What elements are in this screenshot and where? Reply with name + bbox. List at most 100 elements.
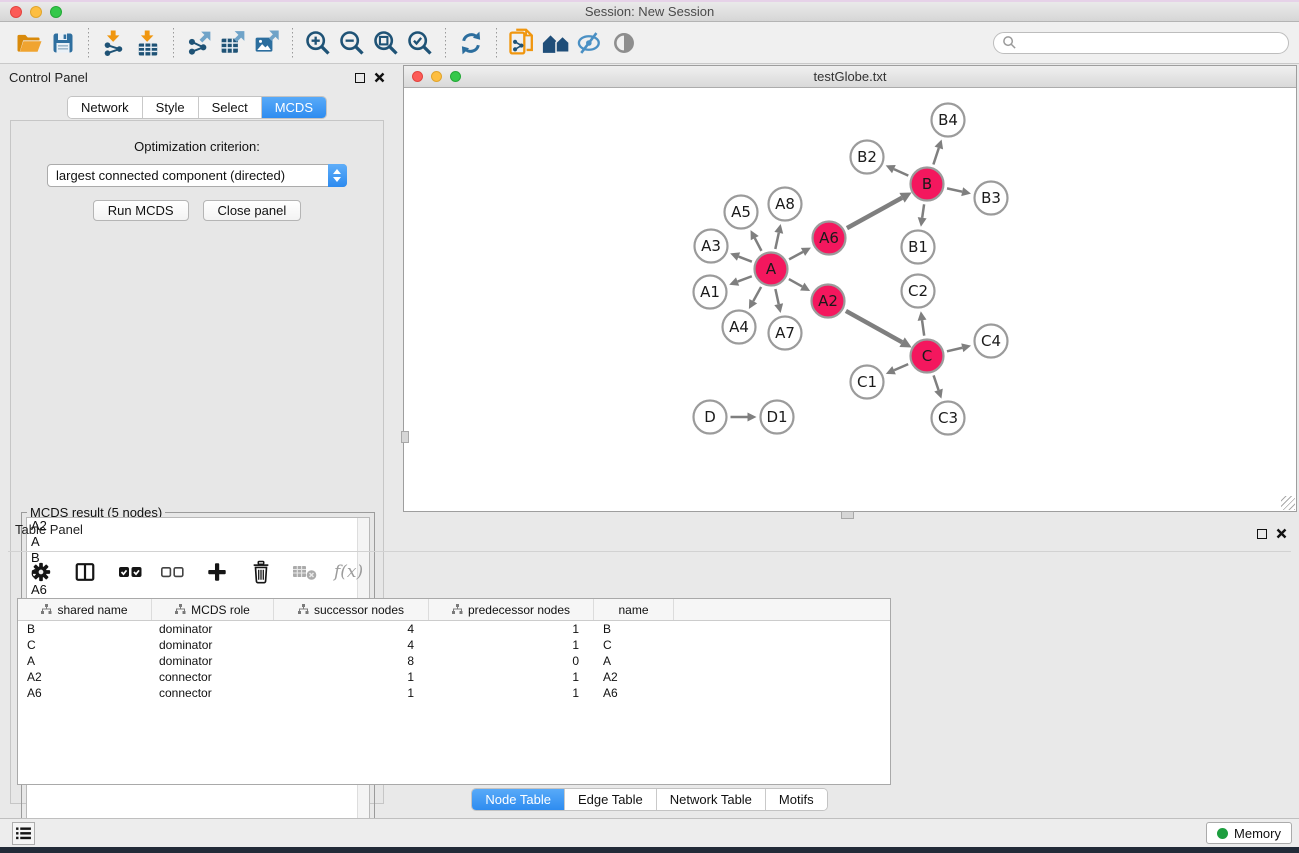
column-header-name[interactable]: name — [594, 599, 674, 620]
edge-C-C1[interactable] — [894, 364, 908, 370]
column-header-MCDS-role[interactable]: MCDS role — [152, 599, 274, 620]
edge-C-C2[interactable] — [922, 320, 924, 335]
criterion-dropdown[interactable]: largest connected component (directed) — [47, 164, 347, 187]
edge-B-B1[interactable] — [922, 204, 924, 218]
table-cell[interactable]: A — [18, 654, 152, 668]
edge-A6-B[interactable] — [847, 198, 902, 228]
tab-mcds[interactable]: MCDS — [262, 97, 326, 118]
edge-B-B3[interactable] — [947, 188, 962, 191]
table-row[interactable]: Adominator80A — [18, 653, 890, 669]
column-header-successor-nodes[interactable]: successor nodes — [274, 599, 429, 620]
tab-edge-table[interactable]: Edge Table — [565, 789, 657, 810]
column-header-shared-name[interactable]: shared name — [18, 599, 152, 620]
export-network-button[interactable] — [182, 27, 216, 59]
tab-select[interactable]: Select — [199, 97, 262, 118]
deselect-all-columns-button[interactable] — [160, 562, 186, 582]
close-panel-icon[interactable] — [374, 72, 385, 83]
select-all-columns-button[interactable] — [118, 562, 144, 582]
table-cell[interactable]: dominator — [152, 622, 274, 636]
edge-B-B2[interactable] — [894, 169, 908, 175]
float-panel-icon[interactable] — [355, 73, 365, 83]
show-column-panel-button[interactable] — [74, 561, 96, 583]
memory-button[interactable]: Memory — [1206, 822, 1292, 844]
edge-A-A4[interactable] — [753, 287, 761, 301]
table-cell[interactable]: C — [18, 638, 152, 652]
create-column-button[interactable] — [206, 561, 228, 583]
table-cell[interactable]: 1 — [429, 622, 594, 636]
edge-C-C4[interactable] — [947, 348, 962, 352]
refresh-button[interactable] — [454, 27, 488, 59]
show-panel-list-button[interactable] — [12, 822, 35, 845]
open-file-button[interactable] — [12, 27, 46, 59]
zoom-fit-button[interactable] — [369, 27, 403, 59]
edge-A-A3[interactable] — [739, 257, 752, 262]
network-window-titlebar[interactable]: testGlobe.txt — [404, 66, 1296, 88]
table-cell[interactable]: A2 — [594, 670, 674, 684]
edge-A-A5[interactable] — [755, 238, 762, 251]
node-table-body[interactable]: Bdominator41BCdominator41CAdominator80AA… — [18, 621, 890, 701]
table-cell[interactable]: C — [594, 638, 674, 652]
table-cell[interactable]: A2 — [18, 670, 152, 684]
table-cell[interactable]: 4 — [274, 638, 429, 652]
edge-A-A2[interactable] — [789, 279, 802, 287]
import-network-button[interactable] — [97, 27, 131, 59]
table-cell[interactable]: connector — [152, 686, 274, 700]
table-cell[interactable]: 0 — [429, 654, 594, 668]
export-image-button[interactable] — [250, 27, 284, 59]
table-cell[interactable]: B — [594, 622, 674, 636]
edge-C-C3[interactable] — [934, 375, 939, 390]
zoom-selected-button[interactable] — [403, 27, 437, 59]
save-session-button[interactable] — [46, 27, 80, 59]
table-row[interactable]: Cdominator41C — [18, 637, 890, 653]
window-titlebar[interactable]: Session: New Session — [0, 0, 1299, 22]
table-cell[interactable]: 4 — [274, 622, 429, 636]
table-row[interactable]: A2connector11A2 — [18, 669, 890, 685]
export-table-button[interactable] — [216, 27, 250, 59]
search-text-field[interactable] — [1017, 36, 1288, 50]
table-float-panel-icon[interactable] — [1257, 529, 1267, 539]
table-cell[interactable]: 1 — [274, 670, 429, 684]
delete-column-button[interactable] — [250, 560, 272, 584]
edge-A-A6[interactable] — [789, 252, 803, 259]
duplicate-network-button[interactable] — [505, 27, 539, 59]
network-canvas[interactable]: B4B2BB3A8A5A6B1A3AA1C2A2A4A7C4CC1C3DD1 — [404, 88, 1296, 511]
table-cell[interactable]: 8 — [274, 654, 429, 668]
edge-A2-C[interactable] — [846, 311, 902, 342]
zoom-out-button[interactable] — [335, 27, 369, 59]
table-cell[interactable]: 1 — [429, 670, 594, 684]
table-settings-button[interactable] — [30, 561, 52, 583]
table-cell[interactable]: 1 — [274, 686, 429, 700]
tab-network[interactable]: Network — [68, 97, 143, 118]
network-graph[interactable]: B4B2BB3A8A5A6B1A3AA1C2A2A4A7C4CC1C3DD1 — [404, 88, 1296, 511]
edge-B-B4[interactable] — [933, 148, 938, 164]
home-button[interactable] — [539, 27, 573, 59]
close-panel-button[interactable]: Close panel — [203, 200, 302, 221]
zoom-in-button[interactable] — [301, 27, 335, 59]
tab-network-table[interactable]: Network Table — [657, 789, 766, 810]
table-cell[interactable]: 1 — [429, 638, 594, 652]
node-table[interactable]: shared nameMCDS rolesuccessor nodesprede… — [17, 598, 891, 785]
column-header-predecessor-nodes[interactable]: predecessor nodes — [429, 599, 594, 620]
vertical-split-handle[interactable] — [401, 431, 409, 443]
edge-A-A1[interactable] — [738, 276, 752, 281]
resize-grip-icon[interactable] — [1281, 496, 1295, 510]
table-cell[interactable]: dominator — [152, 654, 274, 668]
table-cell[interactable]: A6 — [18, 686, 152, 700]
table-cell[interactable]: B — [18, 622, 152, 636]
edge-A-A8[interactable] — [775, 233, 778, 249]
table-cell[interactable]: A6 — [594, 686, 674, 700]
tab-style[interactable]: Style — [143, 97, 199, 118]
delete-table-button[interactable] — [292, 562, 318, 582]
table-close-panel-icon[interactable] — [1276, 528, 1287, 539]
run-mcds-button[interactable]: Run MCDS — [93, 200, 189, 221]
hide-selected-button[interactable] — [573, 27, 607, 59]
table-cell[interactable]: 1 — [429, 686, 594, 700]
node-table-header[interactable]: shared nameMCDS rolesuccessor nodesprede… — [18, 599, 890, 621]
table-cell[interactable]: A — [594, 654, 674, 668]
table-row[interactable]: Bdominator41B — [18, 621, 890, 637]
table-cell[interactable]: connector — [152, 670, 274, 684]
horizontal-split-handle[interactable] — [841, 511, 854, 519]
tab-node-table[interactable]: Node Table — [472, 789, 565, 810]
tab-motifs[interactable]: Motifs — [766, 789, 827, 810]
import-table-button[interactable] — [131, 27, 165, 59]
